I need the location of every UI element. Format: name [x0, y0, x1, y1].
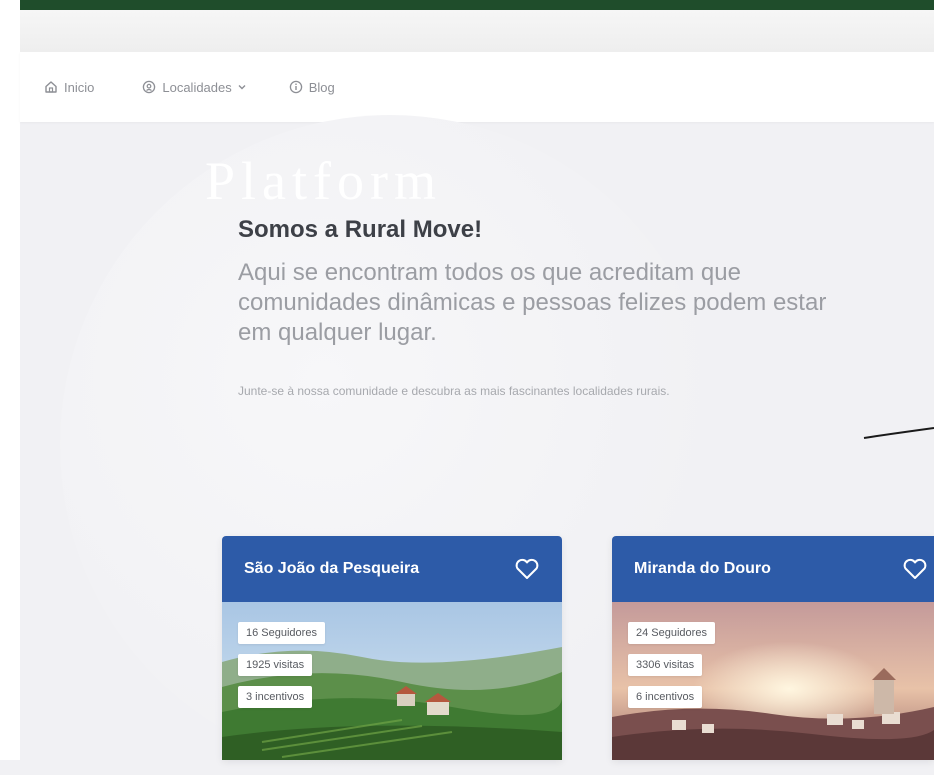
info-icon [289, 80, 302, 94]
chevron-down-icon [238, 85, 246, 90]
top-bar [20, 0, 934, 10]
visits-badge: 1925 visitas [238, 654, 313, 676]
platform-watermark: Platform [205, 151, 442, 211]
nav-item-localidades[interactable]: Localidades [142, 80, 246, 95]
hero-lead: Aqui se encontram todos os que acreditam… [238, 259, 827, 346]
nav-label-localidades: Localidades [162, 79, 232, 95]
incentives-badge: 6 incentivos [628, 686, 703, 708]
left-edge [0, 0, 20, 760]
hero-title: Somos a Rural Move! [238, 216, 483, 243]
main-nav: Inicio Localidades Blog [20, 52, 934, 122]
card-title: São João da Pesqueira [244, 560, 420, 577]
map-pin-icon [143, 80, 156, 94]
card-header: São João da Pesqueira [222, 536, 562, 602]
heart-icon[interactable] [514, 558, 540, 580]
hero-subtext: Junte-se à nossa comunidade e descubra a… [238, 384, 670, 398]
incentives-badge: 3 incentivos [238, 686, 313, 708]
card-image: 24 Seguidores 3306 visitas 6 incentivos [612, 602, 934, 760]
visits-badge: 3306 visitas [628, 654, 703, 676]
followers-badge: 24 Seguidores [628, 622, 715, 644]
heart-icon[interactable] [902, 558, 928, 580]
card-title: Miranda do Douro [634, 560, 771, 577]
nav-label-blog: Blog [308, 79, 335, 95]
home-icon [45, 81, 57, 93]
header-strip [20, 10, 934, 52]
nav-label-inicio: Inicio [64, 79, 95, 95]
followers-badge: 16 Seguidores [238, 622, 325, 644]
card-stats: 24 Seguidores 3306 visitas 6 incentivos [628, 622, 715, 708]
card-stats: 16 Seguidores 1925 visitas 3 incentivos [238, 622, 325, 708]
locality-card[interactable]: Miranda do Douro 24 Seguidores 3306 visi… [612, 536, 934, 760]
card-image: 16 Seguidores 1925 visitas 3 incentivos [222, 602, 562, 760]
card-header: Miranda do Douro [612, 536, 934, 602]
nav-item-inicio[interactable]: Inicio [44, 80, 94, 95]
locality-card[interactable]: São João da Pesqueira 16 Seguidores 1925… [222, 536, 562, 760]
decorative-line [863, 427, 934, 439]
nav-item-blog[interactable]: Blog [289, 80, 335, 95]
